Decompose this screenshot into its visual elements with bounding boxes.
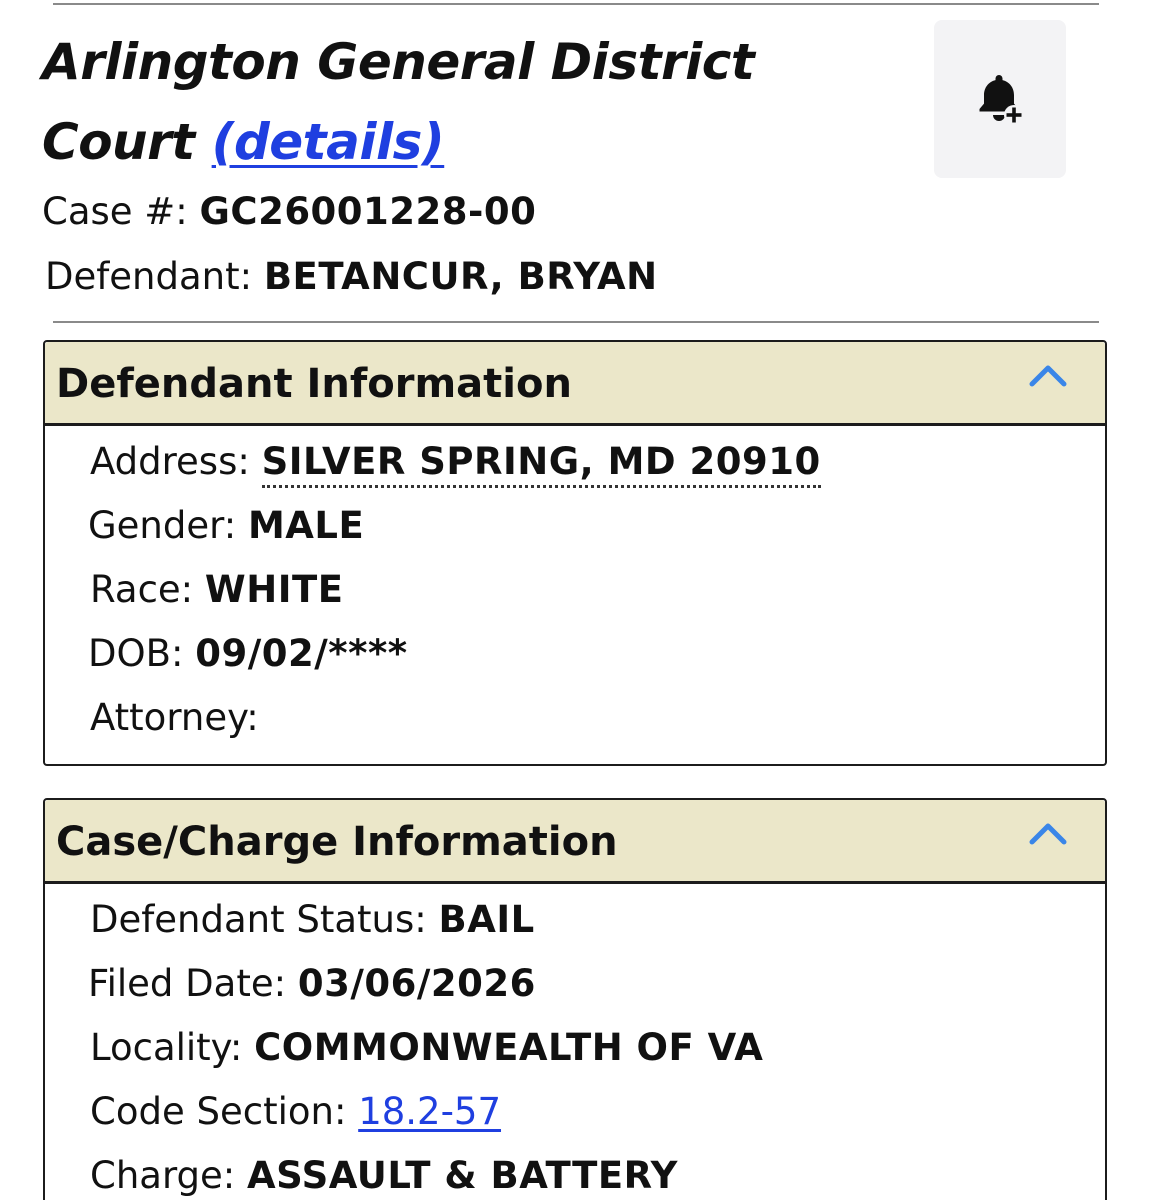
case-charge-information-panel: Case/Charge Information Defendant Status… bbox=[43, 798, 1107, 1200]
gender-label: Gender: bbox=[88, 504, 237, 547]
case-number-value: GC26001228-00 bbox=[199, 190, 537, 233]
code-section-link[interactable]: 18.2-57 bbox=[358, 1090, 501, 1133]
locality-value: COMMONWEALTH OF VA bbox=[254, 1026, 764, 1069]
case-charge-information-header[interactable]: Case/Charge Information bbox=[45, 800, 1105, 884]
filed-date-label: Filed Date: bbox=[88, 962, 287, 1005]
attorney-label: Attorney: bbox=[90, 696, 259, 739]
defendant-status-row: Defendant Status: BAIL bbox=[90, 898, 535, 942]
race-label: Race: bbox=[90, 568, 194, 611]
defendant-status-label: Defendant Status: bbox=[90, 898, 427, 941]
filed-date-row: Filed Date: 03/06/2026 bbox=[88, 962, 536, 1006]
case-number-row: Case #: GC26001228-00 bbox=[42, 190, 536, 234]
dob-label: DOB: bbox=[88, 632, 184, 675]
locality-row: Locality: COMMONWEALTH OF VA bbox=[90, 1026, 763, 1070]
court-title: Arlington General District Court (detail… bbox=[42, 22, 902, 182]
gender-value: MALE bbox=[247, 504, 365, 547]
charge-label: Charge: bbox=[90, 1154, 236, 1197]
filed-date-value: 03/06/2026 bbox=[297, 962, 536, 1005]
code-section-row: Code Section: 18.2-57 bbox=[90, 1090, 501, 1134]
bell-plus-icon bbox=[979, 75, 1024, 125]
locality-label: Locality: bbox=[90, 1026, 243, 1069]
charge-row: Charge: ASSAULT & BATTERY bbox=[90, 1154, 678, 1198]
chevron-up-icon[interactable] bbox=[1027, 818, 1069, 848]
defendant-status-value: BAIL bbox=[438, 898, 535, 941]
race-row: Race: WHITE bbox=[90, 568, 343, 612]
court-details-link[interactable]: (details) bbox=[212, 113, 445, 171]
case-charge-information-title: Case/Charge Information bbox=[56, 819, 618, 865]
defendant-label: Defendant: bbox=[45, 255, 253, 298]
notify-button[interactable] bbox=[934, 20, 1066, 178]
address-label: Address: bbox=[90, 440, 250, 483]
header-divider bbox=[53, 321, 1099, 323]
defendant-name-value: BETANCUR, BRYAN bbox=[263, 255, 658, 298]
gender-row: Gender: MALE bbox=[88, 504, 364, 548]
defendant-information-title: Defendant Information bbox=[56, 361, 572, 407]
case-number-label: Case #: bbox=[42, 190, 188, 233]
court-name-line1: Arlington General District bbox=[42, 33, 755, 91]
attorney-row: Attorney: bbox=[90, 696, 259, 740]
top-divider bbox=[53, 3, 1099, 5]
race-value: WHITE bbox=[204, 568, 344, 611]
dob-value: 09/02/**** bbox=[195, 632, 408, 675]
defendant-information-header[interactable]: Defendant Information bbox=[45, 342, 1105, 426]
code-section-label: Code Section: bbox=[90, 1090, 347, 1133]
chevron-up-icon[interactable] bbox=[1027, 360, 1069, 390]
dob-row: DOB: 09/02/**** bbox=[88, 632, 408, 676]
address-value[interactable]: SILVER SPRING, MD 20910 bbox=[261, 440, 821, 488]
court-name-line2: Court bbox=[42, 113, 195, 171]
address-row: Address: SILVER SPRING, MD 20910 bbox=[90, 440, 821, 488]
defendant-row: Defendant: BETANCUR, BRYAN bbox=[45, 255, 658, 299]
charge-value: ASSAULT & BATTERY bbox=[247, 1154, 678, 1197]
defendant-information-panel: Defendant Information Address: SILVER SP… bbox=[43, 340, 1107, 766]
